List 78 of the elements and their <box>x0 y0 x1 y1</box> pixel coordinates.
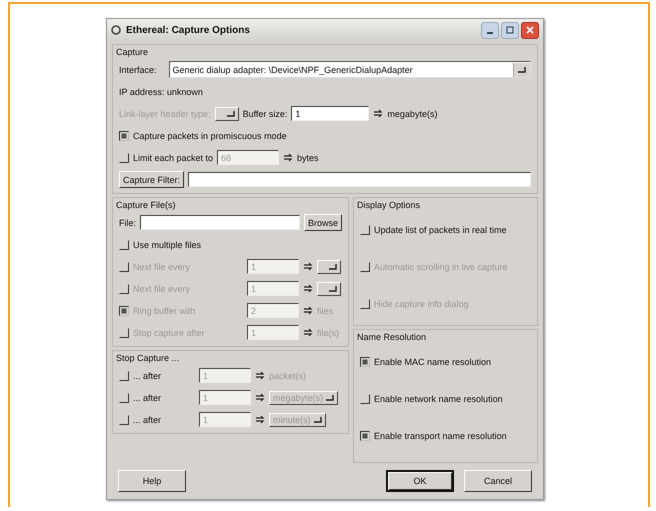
dropdown-corner-icon <box>329 264 337 270</box>
spin-arrow-icon[interactable] <box>303 328 313 338</box>
spin-arrow-icon[interactable] <box>303 262 313 272</box>
checkbox[interactable] <box>119 414 129 424</box>
file-label: File: <box>119 218 136 228</box>
group-title: Stop Capture ... <box>116 353 180 363</box>
checkbox-label: Next file every <box>133 284 192 294</box>
group-title: Capture File(s) <box>116 200 177 210</box>
app-icon <box>111 25 121 35</box>
checkbox-label: ... after <box>133 370 162 380</box>
dialog-button[interactable]: Cancel <box>464 470 532 492</box>
unit-text: packet(s) <box>269 370 306 380</box>
maximize-button[interactable] <box>501 22 519 38</box>
spin-arrow-icon[interactable] <box>303 306 313 316</box>
dropdown-corner-icon <box>326 394 334 400</box>
checkbox-label: Enable transport name resolution <box>374 431 507 441</box>
checkbox[interactable] <box>119 370 129 380</box>
spin-arrow-icon[interactable] <box>255 370 265 380</box>
unit-dropdown[interactable] <box>317 282 341 296</box>
dialog-button[interactable]: Help <box>118 470 186 492</box>
capture-filter-button[interactable]: Capture Filter: <box>119 171 184 188</box>
checkbox-label: Stop capture after <box>133 328 206 338</box>
close-icon <box>525 25 535 35</box>
group-title: Display Options <box>357 200 422 210</box>
file-input[interactable] <box>140 215 300 230</box>
interface-label: Interface: <box>119 64 157 74</box>
unit-dropdown[interactable] <box>317 260 341 274</box>
checkbox-label: ... after <box>133 392 162 402</box>
checkbox[interactable] <box>360 225 370 235</box>
checkbox[interactable] <box>119 130 129 140</box>
interface-dropdown[interactable]: Generic dialup adapter: \Device\NPF_GenericDialupAdapter <box>168 61 531 78</box>
dropdown-corner-icon <box>329 286 337 292</box>
unit-text: megabyte(s) <box>387 108 438 118</box>
group-title: Capture <box>116 47 150 57</box>
checkbox-label: ... after <box>133 414 162 424</box>
checkbox-label: Capture packets in promiscuous mode <box>133 130 287 140</box>
checkbox[interactable] <box>360 431 370 441</box>
checkbox-label: Hide capture info dialog <box>374 299 469 309</box>
checkbox-label: Enable MAC name resolution <box>374 357 492 367</box>
ip-address-text: IP address: unknown <box>119 86 203 96</box>
checkbox[interactable] <box>360 357 370 367</box>
link-layer-label: Link-layer header type: <box>119 108 211 118</box>
unit-text: files <box>317 306 334 316</box>
checkbox-label: Limit each packet to <box>133 152 214 162</box>
checkbox-label: Update list of packets in real time <box>374 225 507 235</box>
unit-dropdown[interactable]: megabyte(s) <box>269 390 338 404</box>
dropdown-corner-icon <box>518 66 526 72</box>
window-title: Ethereal: Capture Options <box>126 24 251 36</box>
minimize-icon <box>487 32 493 34</box>
spin-arrow-icon[interactable] <box>283 152 294 162</box>
checkbox-label: Next file every <box>133 262 192 272</box>
buffer-size-input[interactable]: 1 <box>291 106 370 121</box>
buffer-size-label: Buffer size: <box>242 108 288 118</box>
unit-dropdown[interactable]: minute(s) <box>269 412 326 426</box>
maximize-icon <box>505 25 515 35</box>
group-title: Name Resolution <box>357 332 428 342</box>
minimize-button[interactable] <box>481 22 499 38</box>
checkbox[interactable] <box>119 152 129 162</box>
dropdown-corner-icon <box>314 416 322 422</box>
browse-button[interactable]: Browse <box>304 214 342 231</box>
dropdown-corner-icon <box>226 110 235 116</box>
link-layer-dropdown[interactable] <box>214 106 239 120</box>
spin-arrow-icon[interactable] <box>373 108 384 118</box>
capture-filter-input[interactable] <box>188 172 531 187</box>
dialog-button[interactable]: OK <box>386 470 454 492</box>
checkbox[interactable] <box>119 392 129 402</box>
spin-arrow-icon[interactable] <box>255 414 265 424</box>
checkbox-label: Ring buffer with <box>133 306 196 316</box>
spin-arrow-icon[interactable] <box>303 284 313 294</box>
checkbox-label: Automatic scrolling in live capture <box>374 262 508 272</box>
spin-arrow-icon[interactable] <box>255 392 265 402</box>
checkbox-label: Enable network name resolution <box>374 394 503 404</box>
checkbox[interactable] <box>119 240 129 250</box>
checkbox-label: Use multiple files <box>133 240 202 250</box>
checkbox[interactable] <box>360 394 370 404</box>
unit-text: file(s) <box>317 328 339 338</box>
unit-text: bytes <box>297 152 319 162</box>
close-button[interactable] <box>521 22 539 38</box>
